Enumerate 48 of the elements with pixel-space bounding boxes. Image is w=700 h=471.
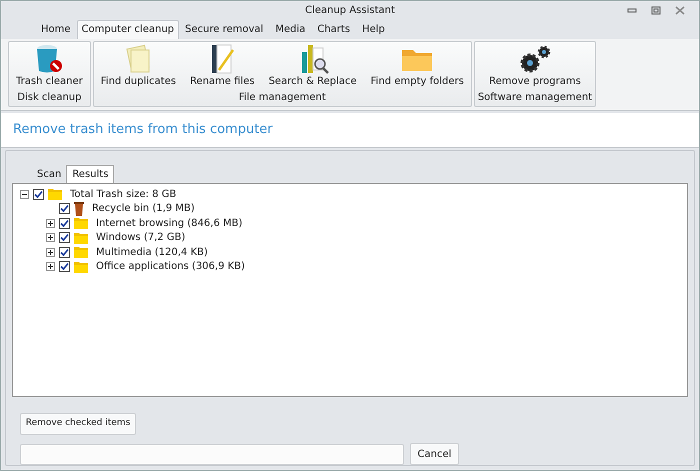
checkbox[interactable] xyxy=(59,203,70,214)
ribbon-button[interactable]: Remove programs xyxy=(485,42,585,89)
checkbox[interactable] xyxy=(59,232,70,244)
collapse-button[interactable] xyxy=(20,190,29,199)
menu-tab[interactable]: Computer cleanup xyxy=(76,20,180,39)
menu-tab[interactable]: Home xyxy=(35,20,77,39)
checkbox[interactable] xyxy=(59,218,70,229)
folder-icon xyxy=(74,260,88,273)
ribbon-button[interactable]: Find empty folders xyxy=(366,42,468,89)
menu-tab[interactable]: Media xyxy=(269,20,312,39)
ribbon-button[interactable]: Trash cleaner xyxy=(12,42,87,89)
ribbon-button[interactable]: Find duplicates xyxy=(96,42,180,89)
bin-icon xyxy=(74,202,84,216)
minimize-icon[interactable] xyxy=(627,6,637,15)
window-title: Cleanup Assistant xyxy=(305,4,395,18)
menu-tab[interactable]: Secure removal xyxy=(179,20,270,39)
expand-button[interactable] xyxy=(46,248,55,257)
folder-icon xyxy=(48,188,62,200)
folder-icon xyxy=(74,217,88,230)
expand-button[interactable] xyxy=(46,262,55,272)
folder-icon xyxy=(74,232,88,244)
tree-item-label[interactable]: Windows (7,2 GB) xyxy=(96,230,186,246)
tree-item-label[interactable]: Total Trash size: 8 GB xyxy=(70,186,176,202)
remove-button[interactable]: Remove checked items xyxy=(20,413,136,435)
page-heading: Remove trash items from this computer xyxy=(13,121,273,140)
cancel-button[interactable]: Cancel xyxy=(410,443,459,465)
menu-tab[interactable]: Charts xyxy=(311,20,356,39)
checkbox[interactable] xyxy=(59,246,70,258)
view-tab[interactable]: Results xyxy=(66,165,114,183)
tree-item-label[interactable]: Office applications (306,9 KB) xyxy=(96,259,245,274)
ribbon-group-label: Software management xyxy=(478,90,592,105)
ribbon-button[interactable]: Rename files xyxy=(186,42,259,89)
folder-icon xyxy=(74,246,88,258)
ribbon-button[interactable]: Search & Replace xyxy=(264,42,361,89)
checkbox[interactable] xyxy=(59,261,70,272)
tree-item-label[interactable]: Multimedia (120,4 KB) xyxy=(96,244,208,260)
menu-tab[interactable]: Help xyxy=(356,20,391,39)
ribbon-group-label: File management xyxy=(238,90,326,105)
gears-icon xyxy=(518,44,552,74)
tree-item-label[interactable]: Internet browsing (846,6 MB) xyxy=(96,216,242,231)
close-icon[interactable] xyxy=(675,6,685,15)
checkbox[interactable] xyxy=(33,188,44,200)
tree-item-label[interactable]: Recycle bin (1,9 MB) xyxy=(92,201,195,216)
expand-button[interactable] xyxy=(46,218,55,228)
ribbon-group-label: Disk cleanup xyxy=(17,90,82,105)
maximize-icon[interactable] xyxy=(651,6,661,15)
view-tab[interactable]: Scan xyxy=(32,165,66,183)
expand-button[interactable] xyxy=(46,233,55,242)
